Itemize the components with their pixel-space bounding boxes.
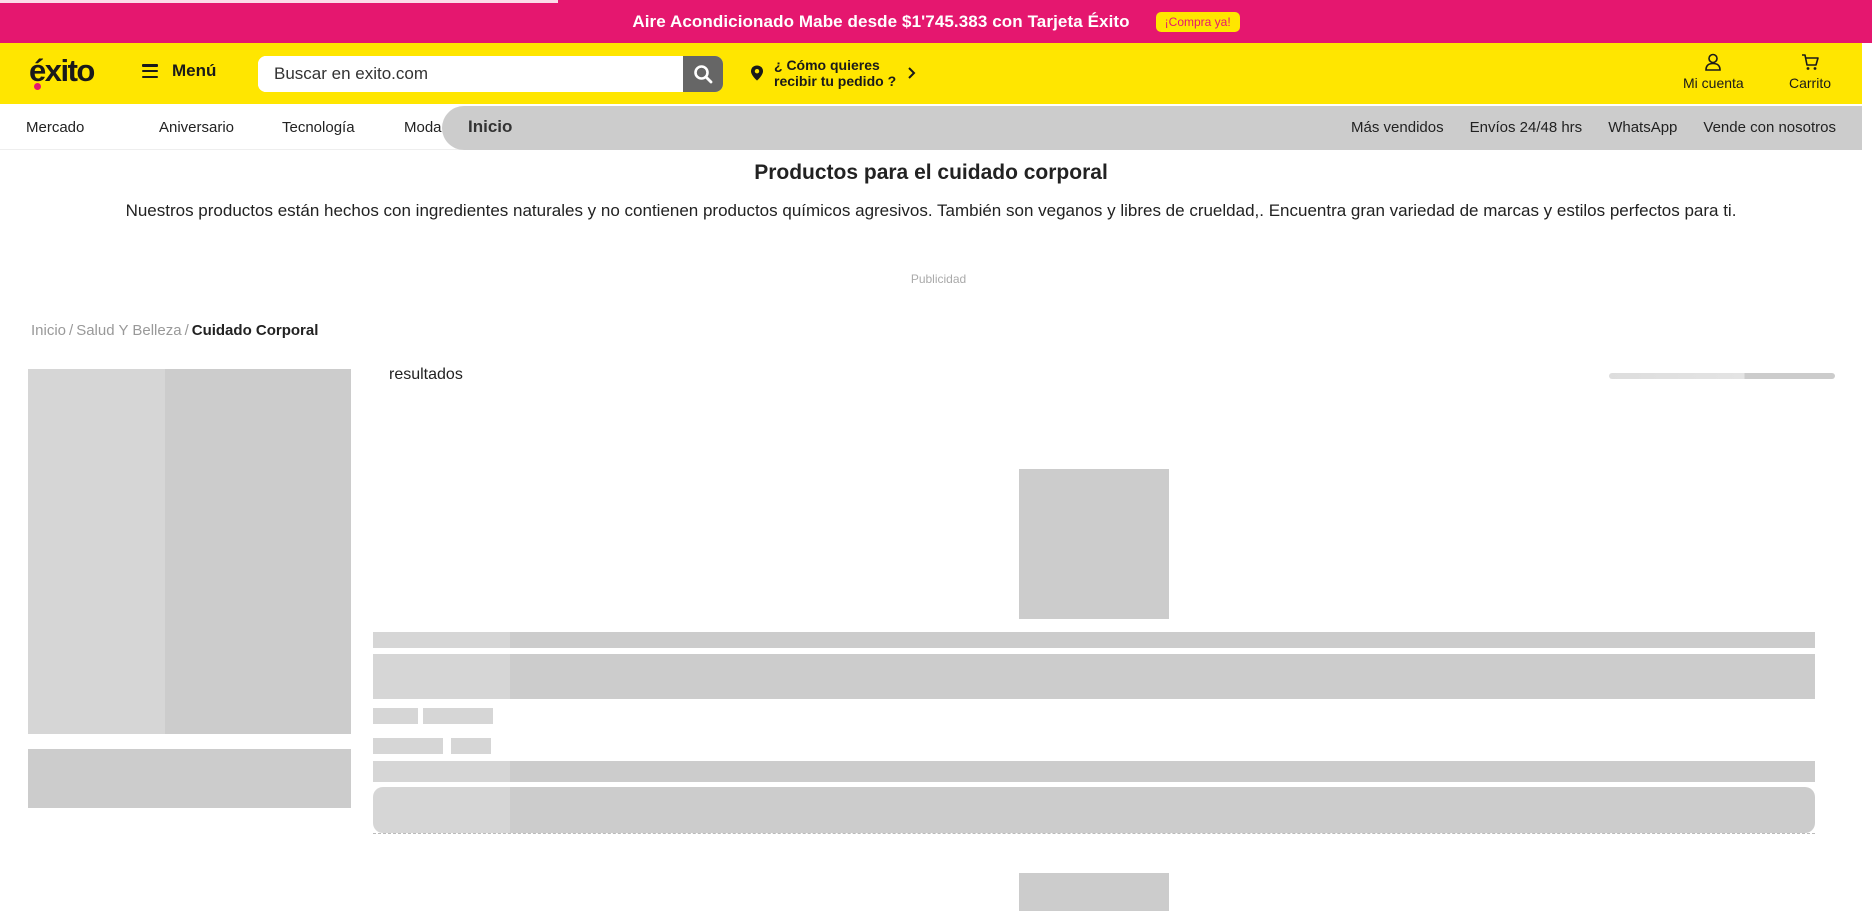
nav-item-envios[interactable]: Envíos 24/48 hrs [1470, 119, 1583, 136]
chevron-right-icon [908, 67, 916, 79]
product-line-skeleton-d [510, 761, 1815, 782]
category-nav: Mercado Aniversario Tecnología Moda Inic… [0, 104, 1862, 150]
filter-skeleton-right [165, 369, 351, 734]
promo-progress-bar [0, 0, 558, 3]
cart-icon [1802, 54, 1819, 70]
nav-item-mercado[interactable]: Mercado [26, 119, 102, 136]
account-label: Mi cuenta [1683, 75, 1744, 91]
product-price-skeleton-a [373, 708, 418, 724]
search-bar [258, 56, 723, 92]
nav-item-inicio[interactable]: Inicio [468, 117, 512, 137]
results-count: resultados [389, 366, 463, 383]
nav-item-mas-vendidos[interactable]: Más vendidos [1351, 119, 1444, 136]
nav-item-tecnologia[interactable]: Tecnología [282, 119, 382, 136]
promo-text: Aire Acondicionado Mabe desde $1'745.383… [632, 11, 1130, 31]
breadcrumb-separator: / [184, 322, 189, 339]
nav-item-moda[interactable]: Moda [404, 119, 442, 136]
product-image-skeleton [1019, 469, 1169, 619]
nav-item-whatsapp[interactable]: WhatsApp [1608, 119, 1677, 136]
product-title-skeleton-b [510, 654, 1815, 699]
delivery-line2: recibir tu pedido ? [774, 73, 897, 89]
product-line-skeleton-c [373, 761, 510, 782]
sort-skeleton [1609, 373, 1835, 379]
ad-label: Publicidad [910, 272, 967, 286]
menu-button[interactable]: Menú [142, 61, 216, 81]
breadcrumb-home[interactable]: Inicio [31, 322, 66, 339]
right-gutter [1862, 43, 1872, 911]
filter-skeleton-footer [28, 749, 351, 808]
location-pin-icon [751, 65, 763, 81]
product-title-skeleton-a [373, 654, 510, 699]
breadcrumb-salud-belleza[interactable]: Salud Y Belleza [76, 322, 181, 339]
filter-skeleton-left [28, 369, 165, 734]
breadcrumb-separator: / [69, 322, 74, 339]
page-title: Productos para el cuidado corporal [754, 161, 1108, 184]
product-line-skeleton-b [510, 632, 1815, 648]
card-divider [373, 833, 1815, 834]
promo-banner[interactable]: Aire Acondicionado Mabe desde $1'745.383… [0, 0, 1872, 43]
cart-button[interactable]: Carrito [1789, 53, 1831, 91]
product-price-skeleton-b [423, 708, 493, 724]
breadcrumb: Inicio / Salud Y Belleza / Cuidado Corpo… [31, 322, 318, 339]
breadcrumb-current: Cuidado Corporal [191, 322, 319, 339]
page-description: Nuestros productos están hechos con ingr… [125, 201, 1737, 220]
nav-item-aniversario[interactable]: Aniversario [159, 119, 260, 136]
search-input[interactable] [258, 56, 683, 92]
delivery-text: ¿ Cómo quieres recibir tu pedido ? [774, 57, 896, 89]
product-line-skeleton-a [373, 632, 510, 648]
promo-cta-button[interactable]: ¡Compra ya! [1155, 11, 1240, 32]
search-icon [694, 65, 713, 84]
nav-item-vende[interactable]: Vende con nosotros [1703, 119, 1836, 136]
cart-label: Carrito [1789, 75, 1832, 91]
account-button[interactable]: Mi cuenta [1683, 53, 1744, 91]
user-icon [1705, 53, 1722, 71]
hamburger-icon [142, 64, 158, 78]
product-price-skeleton-d [451, 738, 491, 754]
delivery-line1: ¿ Cómo quieres [774, 57, 880, 73]
product-image-skeleton-2 [1019, 873, 1169, 911]
nav-right: Más vendidos Envíos 24/48 hrs WhatsApp V… [1351, 104, 1836, 150]
menu-label: Menú [172, 61, 217, 80]
nav-left: Mercado Aniversario Tecnología Moda [26, 104, 442, 150]
product-price-skeleton-c [373, 738, 443, 754]
logo-dot [34, 83, 41, 90]
search-button[interactable] [683, 56, 723, 92]
add-to-cart-skeleton[interactable] [373, 787, 1815, 833]
header: éxito Menú ¿ Cómo quieres recibir tu ped… [0, 43, 1862, 104]
delivery-selector[interactable]: ¿ Cómo quieres recibir tu pedido ? [750, 57, 916, 89]
